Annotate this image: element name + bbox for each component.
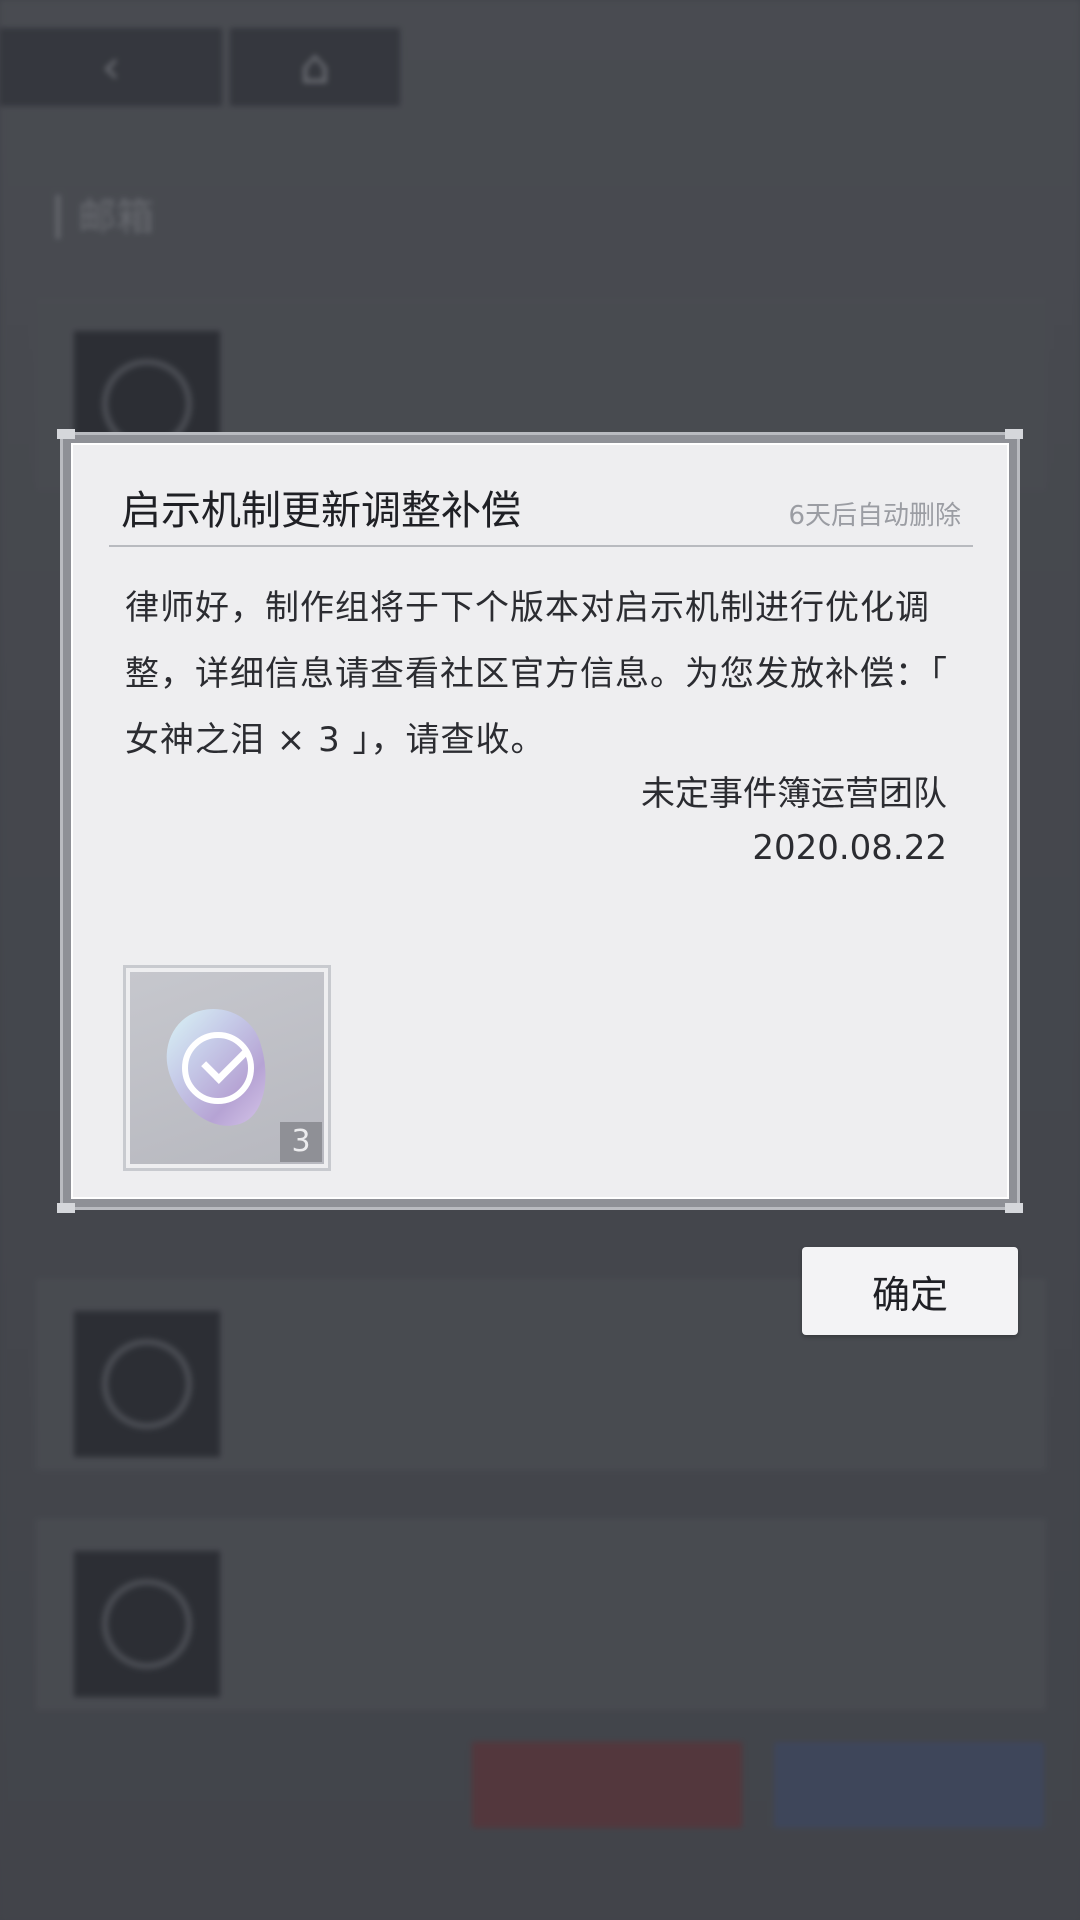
check-circle-icon [182, 1032, 254, 1104]
goddess-tear-gem-icon [153, 996, 283, 1140]
signature-team: 未定事件簿运营团队 [641, 774, 947, 814]
mail-signature[interactable]: 未定事件簿运营团队 2020.08.22 [641, 767, 947, 865]
dialog-header: 启示机制更新调整补偿 6天后自动删除 [109, 485, 973, 547]
reward-count-badge: 3 [280, 1122, 322, 1162]
signature-date: 2020.08.22 [752, 828, 947, 865]
reward-item-image: 3 [130, 972, 324, 1164]
mail-detail-dialog: 启示机制更新调整补偿 6天后自动删除 律师好，制作组将于下个版本对启示机制进行优… [57, 429, 1023, 1213]
mail-body: 律师好，制作组将于下个版本对启示机制进行优化调整，详细信息请查看社区官方信息。为… [125, 588, 948, 760]
reward-item[interactable]: 3 [123, 965, 331, 1171]
auto-delete-notice: 6天后自动删除 [788, 501, 961, 531]
frame-corner [57, 429, 75, 439]
confirm-button[interactable]: 确定 [802, 1247, 1018, 1335]
frame-corner [1005, 429, 1023, 439]
mail-title: 启示机制更新调整补偿 [121, 488, 521, 534]
frame-corner [57, 1203, 75, 1213]
frame-corner [1005, 1203, 1023, 1213]
dialog-panel: 启示机制更新调整补偿 6天后自动删除 律师好，制作组将于下个版本对启示机制进行优… [71, 443, 1009, 1199]
